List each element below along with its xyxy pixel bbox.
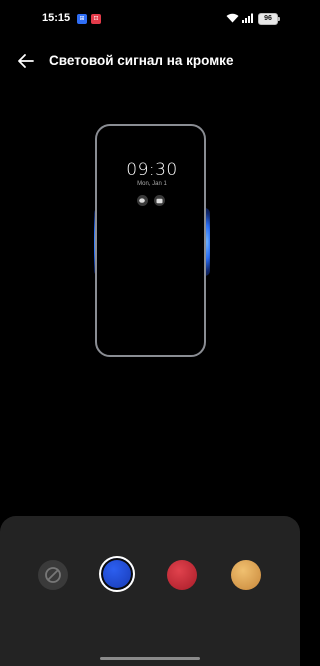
home-indicator[interactable] xyxy=(100,657,200,660)
chat-icon xyxy=(137,195,148,206)
status-time: 15:15 xyxy=(42,12,71,24)
app-notification-icon: ⊞ xyxy=(77,14,87,24)
app-notification-icon: ⊡ xyxy=(91,14,101,24)
arrow-left-icon xyxy=(18,54,34,68)
edge-light-preview: 09:30 Mon, Jan 1 xyxy=(90,118,214,364)
status-bar: 15:15 ⊞ ⊡ 96 xyxy=(0,0,300,36)
battery-indicator: 96 xyxy=(258,13,280,25)
disabled-icon xyxy=(45,567,61,583)
preview-clock: 09:30 xyxy=(126,160,178,180)
color-swatch-gold[interactable] xyxy=(231,560,261,590)
header: Световой сигнал на кромке xyxy=(0,44,300,78)
phone-frame xyxy=(95,124,206,357)
preview-date: Mon, Jan 1 xyxy=(137,181,167,187)
page-title: Световой сигнал на кромке xyxy=(49,53,234,68)
color-swatch-red[interactable] xyxy=(167,560,197,590)
signal-icon xyxy=(242,13,253,23)
color-swatch-blue[interactable] xyxy=(99,556,135,592)
color-picker-panel xyxy=(0,516,300,666)
color-swatch-none[interactable] xyxy=(38,560,68,590)
wifi-icon xyxy=(226,13,239,23)
back-button[interactable] xyxy=(14,50,38,72)
message-icon xyxy=(154,195,165,206)
